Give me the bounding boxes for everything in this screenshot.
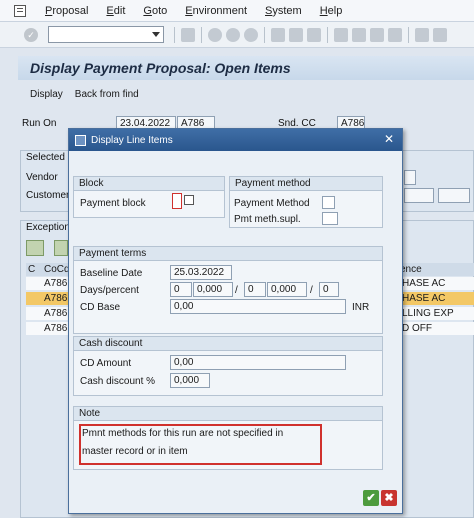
run-on-label: Run On bbox=[22, 118, 57, 129]
last-page-icon[interactable] bbox=[388, 27, 402, 42]
toolbar-separator bbox=[327, 26, 328, 43]
customer-label: Customer bbox=[26, 190, 70, 201]
days-1-field[interactable]: 0 bbox=[170, 282, 192, 297]
days-2-field[interactable]: 0 bbox=[244, 282, 266, 297]
cd-base-currency: INR bbox=[352, 302, 370, 313]
cell-reference: D OFF bbox=[402, 323, 432, 334]
cash-discount-box: Cash discount CD Amount 0,00 Cash discou… bbox=[73, 336, 383, 396]
cancel-button[interactable]: ✖ bbox=[381, 490, 397, 506]
first-page-icon[interactable] bbox=[334, 27, 348, 42]
exceptions-label: Exception bbox=[26, 222, 70, 233]
previous-page-icon[interactable] bbox=[352, 27, 366, 42]
vendor-end-field bbox=[404, 170, 416, 185]
cd-base-field[interactable]: 0,00 bbox=[170, 299, 346, 314]
payment-block-label: Payment block bbox=[80, 198, 146, 209]
baseline-date-label: Baseline Date bbox=[80, 268, 143, 279]
back-icon[interactable] bbox=[208, 27, 222, 42]
enter-icon[interactable]: ✓ bbox=[24, 27, 38, 42]
slash-separator: / bbox=[235, 285, 238, 296]
page-title: Display Payment Proposal: Open Items bbox=[30, 60, 291, 76]
note-heading: Note bbox=[74, 407, 382, 421]
percent-1-field[interactable]: 0,000 bbox=[193, 282, 233, 297]
dialog-title: Display Line Items bbox=[91, 134, 173, 146]
block-heading: Block bbox=[74, 177, 224, 191]
shortcut-icon[interactable] bbox=[433, 27, 447, 42]
print-icon[interactable] bbox=[271, 27, 285, 42]
cell-cocd: A786 bbox=[44, 323, 68, 334]
payment-method-field[interactable] bbox=[322, 196, 335, 209]
back-from-find-button[interactable]: Back from find bbox=[75, 89, 139, 100]
continue-button[interactable]: ✔ bbox=[363, 490, 379, 506]
block-box: Block Payment block bbox=[73, 176, 225, 218]
pmt-meth-supl-field[interactable] bbox=[322, 212, 338, 225]
toolbar-separator bbox=[264, 26, 265, 43]
percent-2-field[interactable]: 0,000 bbox=[267, 282, 307, 297]
note-highlight-frame bbox=[79, 424, 322, 465]
toolbar-separator bbox=[174, 26, 175, 43]
baseline-date-field[interactable]: 25.03.2022 bbox=[170, 265, 232, 280]
dropdown-arrow-icon[interactable] bbox=[152, 32, 160, 37]
pmt-meth-supl-label: Pmt meth.supl. bbox=[234, 214, 301, 225]
payment-method-box: Payment method Payment Method Pmt meth.s… bbox=[229, 176, 383, 228]
menu-goto[interactable]: Goto bbox=[134, 5, 176, 17]
menu-environment[interactable]: Environment bbox=[176, 5, 256, 17]
cell-reference: HASE AC bbox=[402, 293, 446, 304]
menu-system[interactable]: System bbox=[256, 5, 311, 17]
column-header-reference: ence bbox=[400, 264, 422, 275]
cell-cocd: A786 bbox=[44, 293, 68, 304]
slash-separator: / bbox=[310, 285, 313, 296]
cell-reference: LLING EXP bbox=[402, 308, 454, 319]
payment-block-field[interactable] bbox=[172, 193, 182, 209]
column-header-c: C bbox=[28, 264, 36, 275]
dialog-titlebar[interactable]: Display Line Items ✕ bbox=[69, 129, 402, 151]
menu-help[interactable]: Help bbox=[311, 5, 352, 17]
cd-base-label: CD Base bbox=[80, 302, 121, 313]
cancel-icon[interactable] bbox=[244, 27, 258, 42]
save-icon[interactable] bbox=[181, 27, 195, 42]
cell-cocd: A786 bbox=[44, 308, 68, 319]
menu-edit[interactable]: Edit bbox=[97, 5, 134, 17]
value-help-icon[interactable] bbox=[184, 195, 194, 205]
cash-discount-pct-field[interactable]: 0,000 bbox=[170, 373, 210, 388]
display-button[interactable]: Display bbox=[30, 89, 63, 100]
detail-icon[interactable] bbox=[26, 240, 44, 256]
customer-end-field-1 bbox=[404, 188, 434, 203]
cash-discount-pct-label: Cash discount % bbox=[80, 376, 156, 387]
dialog-window-icon bbox=[75, 134, 86, 146]
selected-label: Selected bbox=[26, 152, 65, 163]
close-icon[interactable]: ✕ bbox=[382, 133, 396, 147]
menu-bar: Proposal Edit Goto Environment System He… bbox=[0, 0, 474, 22]
days-3-field[interactable]: 0 bbox=[319, 282, 339, 297]
column-header-cocd: CoCd bbox=[44, 264, 70, 275]
cd-amount-label: CD Amount bbox=[80, 358, 132, 369]
command-field[interactable] bbox=[48, 26, 164, 43]
find-next-icon[interactable] bbox=[307, 27, 321, 42]
payment-terms-box: Payment terms Baseline Date 25.03.2022 D… bbox=[73, 246, 383, 334]
next-page-icon[interactable] bbox=[370, 27, 384, 42]
find-icon[interactable] bbox=[289, 27, 303, 42]
customer-end-field-2 bbox=[438, 188, 470, 203]
change-icon[interactable] bbox=[54, 240, 68, 256]
screen-title-bar: Display Payment Proposal: Open Items bbox=[18, 56, 474, 80]
payment-method-heading: Payment method bbox=[230, 177, 382, 191]
vendor-label: Vendor bbox=[26, 172, 58, 183]
exit-icon[interactable] bbox=[226, 27, 240, 42]
payment-terms-heading: Payment terms bbox=[74, 247, 382, 261]
payment-method-label: Payment Method bbox=[234, 198, 310, 209]
cell-reference: HASE AC bbox=[402, 278, 446, 289]
cd-amount-field[interactable]: 0,00 bbox=[170, 355, 346, 370]
toolbar-separator bbox=[408, 26, 409, 43]
cell-cocd: A786 bbox=[44, 278, 68, 289]
toolbar-separator bbox=[201, 26, 202, 43]
new-session-icon[interactable] bbox=[415, 27, 429, 42]
application-toolbar: Display Back from find bbox=[18, 84, 474, 104]
menu-proposal[interactable]: Proposal bbox=[36, 5, 97, 17]
system-menu-icon[interactable] bbox=[14, 4, 26, 17]
days-percent-label: Days/percent bbox=[80, 285, 139, 296]
standard-toolbar: ✓ bbox=[0, 22, 474, 48]
cash-discount-heading: Cash discount bbox=[74, 337, 382, 351]
